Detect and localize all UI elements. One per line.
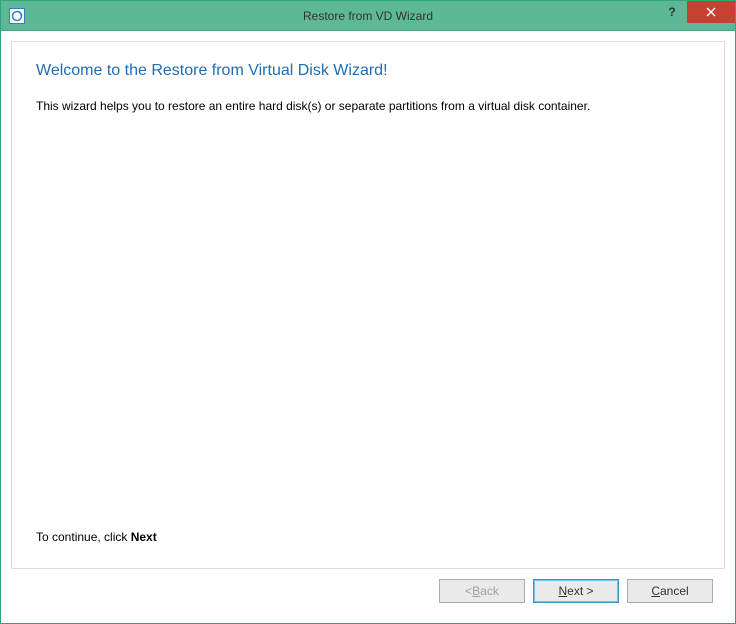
wizard-page: Welcome to the Restore from Virtual Disk… (11, 41, 725, 569)
button-bar: < Back Next > Cancel (11, 569, 725, 613)
next-button[interactable]: Next > (533, 579, 619, 603)
spacer (36, 115, 700, 530)
continue-hint: To continue, click Next (36, 530, 700, 544)
window-title: Restore from VD Wizard (1, 9, 735, 23)
back-prefix: < (465, 584, 472, 598)
back-button[interactable]: < Back (439, 579, 525, 603)
help-icon: ? (668, 5, 675, 19)
cancel-rest: ancel (660, 584, 689, 598)
continue-prefix: To continue, click (36, 530, 131, 544)
page-heading: Welcome to the Restore from Virtual Disk… (36, 62, 700, 80)
next-rest: ext > (567, 584, 593, 598)
page-description: This wizard helps you to restore an enti… (36, 98, 700, 115)
app-icon (9, 8, 25, 24)
back-rest: ack (480, 584, 499, 598)
close-icon (706, 7, 716, 17)
close-button[interactable] (687, 1, 735, 23)
titlebar: Restore from VD Wizard ? (1, 1, 735, 31)
cancel-button[interactable]: Cancel (627, 579, 713, 603)
next-underline: N (558, 584, 567, 598)
wizard-window: Restore from VD Wizard ? Welcome to the … (0, 0, 736, 624)
content-area: Welcome to the Restore from Virtual Disk… (1, 31, 735, 623)
help-button[interactable]: ? (657, 1, 687, 23)
cancel-underline: C (651, 584, 660, 598)
back-underline: B (472, 584, 480, 598)
continue-bold: Next (131, 530, 157, 544)
titlebar-buttons: ? (657, 1, 735, 30)
